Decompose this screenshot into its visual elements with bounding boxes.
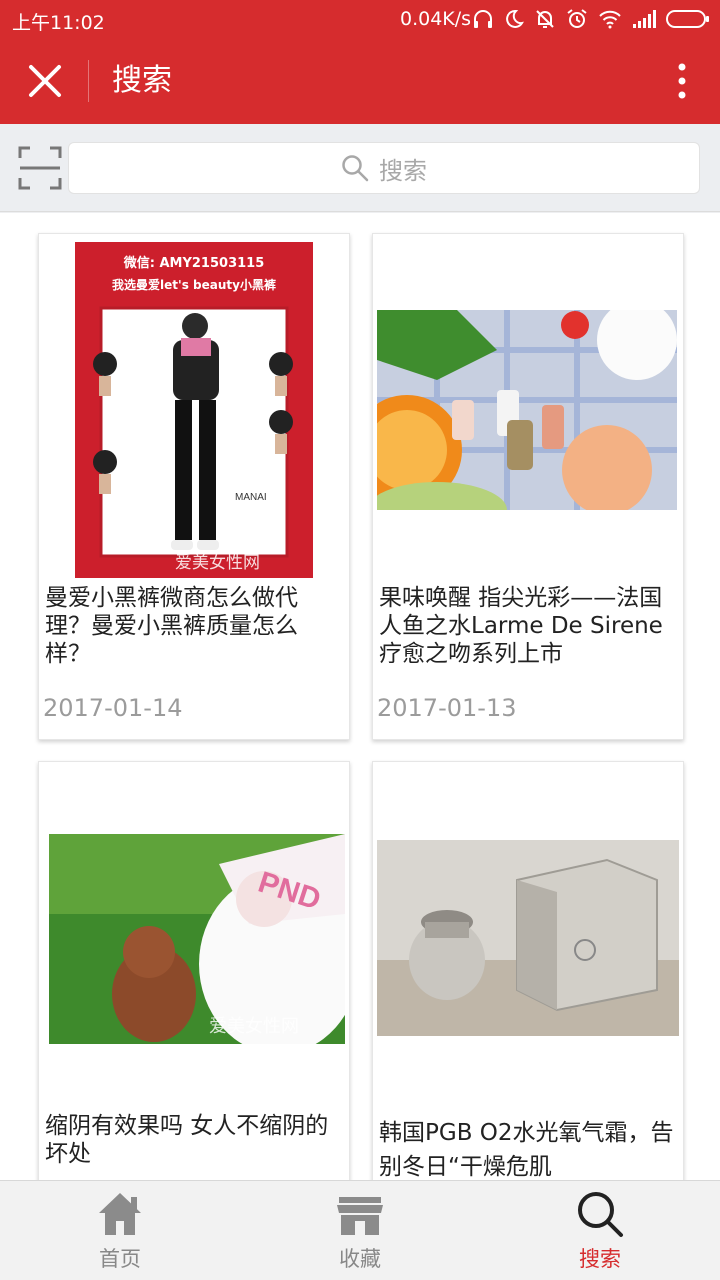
article-title: 曼爱小黑裤微商怎么做代理？曼爱小黑裤质量怎么样？	[45, 585, 298, 667]
search-placeholder: 搜索	[379, 156, 427, 185]
article-title: 韩国PGB O2水光氧气霜，告别冬日“干燥危肌	[379, 1120, 674, 1180]
search-row: 搜索	[0, 124, 720, 212]
status-icons	[472, 8, 710, 30]
scan-button[interactable]	[18, 146, 62, 190]
battery-icon	[666, 10, 709, 28]
close-button[interactable]	[26, 62, 64, 100]
article-card[interactable]: MANAI 微信: AMY21503115 我选曼爱let's beauty小黑…	[38, 233, 350, 740]
svg-text:MANAI: MANAI	[235, 492, 267, 503]
article-date: 2017-01-14	[43, 694, 183, 722]
thumb-watermark: 爱美女性网	[209, 1016, 299, 1037]
store-icon	[337, 1197, 383, 1235]
tab-favorites[interactable]: 收藏	[240, 1181, 480, 1280]
page-title: 搜索	[112, 63, 172, 98]
home-icon	[99, 1193, 141, 1235]
article-card[interactable]: 韩国PGB O2水光氧气霜，告别冬日“干燥危肌	[372, 761, 684, 1180]
wifi-icon	[599, 10, 621, 29]
headphones-icon	[474, 10, 492, 28]
more-vertical-icon	[678, 63, 686, 99]
article-title: 果味唤醒 指尖光彩——法国人鱼之水Larme De Sirene 疗愈之吻系列上…	[379, 585, 663, 667]
signal-icon	[633, 10, 656, 28]
tab-label: 首页	[99, 1247, 141, 1271]
search-icon	[578, 1192, 623, 1237]
search-input[interactable]: 搜索	[68, 142, 700, 194]
article-grid: MANAI 微信: AMY21503115 我选曼爱let's beauty小黑…	[0, 213, 720, 1180]
tab-home[interactable]: 首页	[0, 1181, 240, 1280]
article-date: 2017-01-13	[377, 694, 517, 722]
article-thumbnail	[377, 310, 677, 510]
status-bar: 上午11:02 0.04K/s	[0, 0, 720, 38]
more-menu-button[interactable]	[674, 62, 690, 102]
article-thumbnail	[377, 840, 679, 1036]
tab-label: 收藏	[339, 1247, 381, 1271]
alarm-icon	[567, 9, 587, 28]
app-bar: 搜索	[0, 38, 720, 124]
network-speed: 0.04K/s	[400, 8, 472, 30]
thumb-watermark: 爱美女性网	[175, 553, 260, 573]
article-thumbnail: PND 爱美女性网	[49, 834, 345, 1044]
header-divider	[88, 60, 89, 102]
tab-search[interactable]: 搜索	[480, 1181, 720, 1280]
moon-icon	[506, 9, 524, 28]
status-time: 上午11:02	[12, 12, 105, 34]
tab-label: 搜索	[579, 1247, 621, 1271]
scan-icon	[18, 146, 62, 190]
bell-off-icon	[536, 10, 554, 28]
bottom-tab-bar: 首页 收藏 搜索	[0, 1180, 720, 1280]
thumb-headline: 我选曼爱let's beauty小黑裤	[112, 278, 276, 292]
thumb-wechat-text: 微信: AMY21503115	[123, 256, 265, 271]
article-card[interactable]: PND 爱美女性网 缩阴有效果吗 女人不缩阴的坏处	[38, 761, 350, 1180]
close-icon	[29, 65, 61, 97]
search-icon	[342, 155, 369, 182]
article-thumbnail: MANAI 微信: AMY21503115 我选曼爱let's beauty小黑…	[75, 242, 313, 578]
article-card[interactable]: 果味唤醒 指尖光彩——法国人鱼之水Larme De Sirene 疗愈之吻系列上…	[372, 233, 684, 740]
article-title: 缩阴有效果吗 女人不缩阴的坏处	[45, 1113, 329, 1167]
